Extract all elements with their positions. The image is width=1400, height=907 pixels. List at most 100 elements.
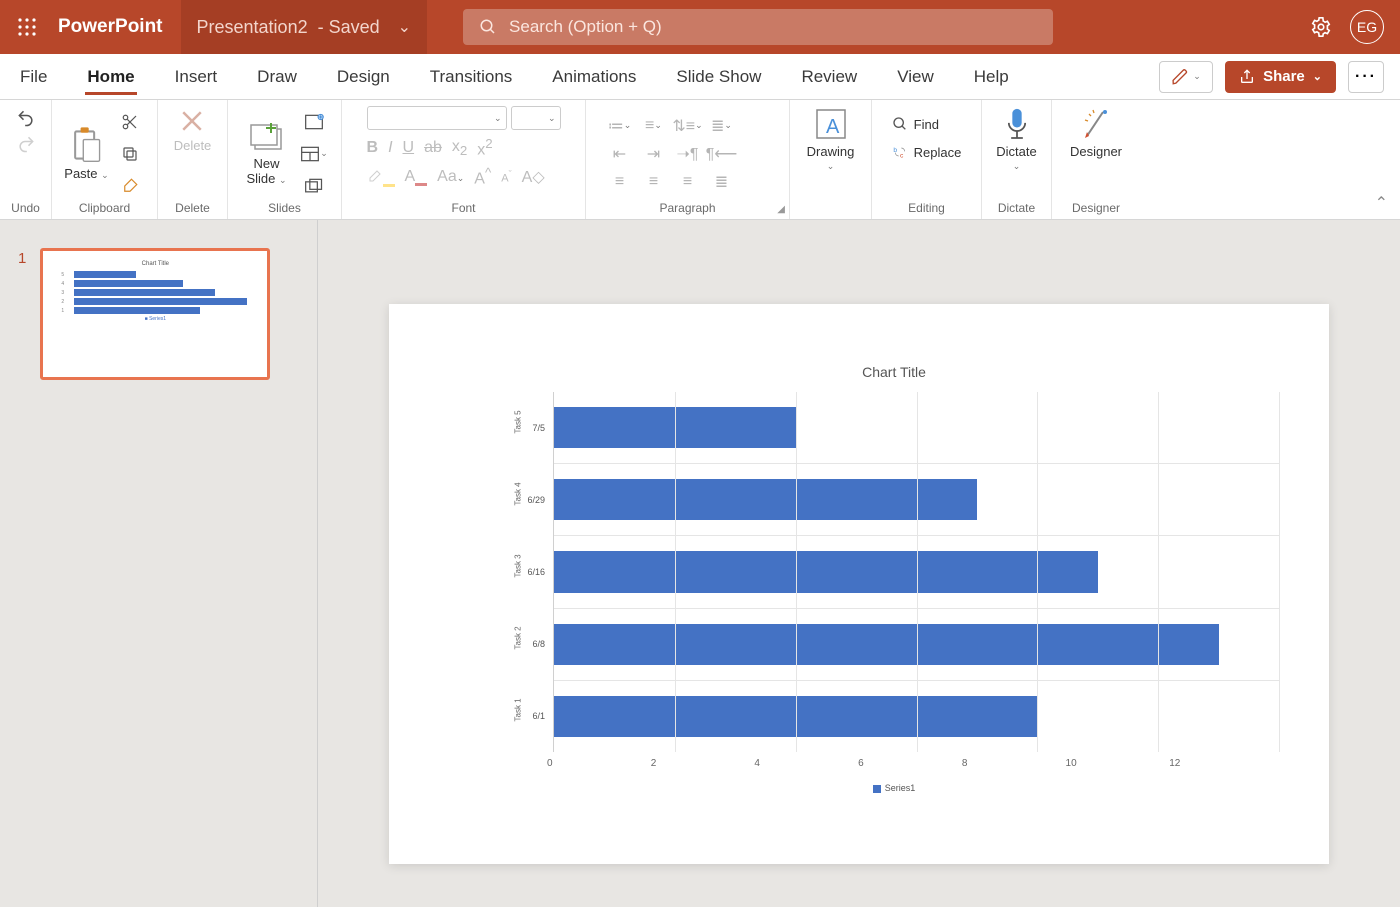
chart-legend: Series1 — [509, 783, 1279, 793]
tab-slide-show[interactable]: Slide Show — [674, 59, 763, 95]
collapse-ribbon-button[interactable]: ⌃ — [1375, 193, 1388, 213]
app-name[interactable]: PowerPoint — [58, 16, 163, 38]
paintbrush-icon — [121, 177, 139, 195]
redo-button[interactable] — [11, 132, 41, 156]
strikethrough-button[interactable]: ab — [424, 139, 442, 157]
inking-mode-button[interactable]: ⌄ — [1159, 61, 1213, 93]
group-label-delete: Delete — [175, 201, 210, 217]
share-button[interactable]: Share ⌄ — [1225, 61, 1336, 93]
slide-thumbnails-pane[interactable]: 1 Chart Title 5 4 3 2 1 ■ Series1 — [0, 220, 318, 907]
search-icon — [479, 18, 497, 36]
search-box[interactable]: Search (Option + Q) — [463, 9, 1053, 45]
line-spacing-button[interactable]: ⇅≡⌄ — [673, 114, 703, 138]
duplicate-icon — [304, 177, 324, 195]
group-label-slides: Slides — [268, 201, 301, 217]
cut-button[interactable] — [115, 110, 145, 134]
svg-text:c: c — [900, 152, 904, 159]
chart-bar — [554, 624, 1219, 665]
svg-text:A: A — [826, 116, 840, 138]
tab-animations[interactable]: Animations — [550, 59, 638, 95]
search-placeholder: Search (Option + Q) — [509, 17, 662, 37]
chevron-down-icon: ⌄ — [1193, 71, 1201, 82]
paste-button[interactable]: Paste ⌄ — [64, 126, 108, 181]
numbering-button[interactable]: ≡⌄ — [639, 114, 669, 138]
chevron-down-icon: ⌄ — [398, 17, 411, 37]
share-icon — [1239, 69, 1255, 85]
new-slide-button[interactable]: New Slide ⌄ — [240, 121, 293, 186]
tab-home[interactable]: Home — [85, 59, 136, 95]
document-title-area[interactable]: Presentation2 - Saved ⌄ — [181, 0, 428, 54]
designer-button[interactable]: Designer — [1070, 106, 1122, 201]
slide-layout-button[interactable] — [299, 110, 329, 134]
tab-insert[interactable]: Insert — [173, 59, 220, 95]
chart-x-axis: 024681012 — [553, 758, 1279, 769]
font-color-button[interactable]: A — [405, 168, 428, 186]
text-direction-button[interactable]: ≣⌄ — [707, 114, 737, 138]
bullets-button[interactable]: ≔⌄ — [605, 114, 635, 138]
find-button[interactable]: Find — [892, 116, 939, 132]
group-label-undo: Undo — [11, 201, 40, 217]
tab-help[interactable]: Help — [972, 59, 1011, 95]
clear-formatting-button[interactable]: A◇ — [522, 167, 545, 187]
shrink-font-button[interactable]: Aˇ — [501, 169, 511, 185]
slide-canvas[interactable]: Chart Title Task 57/5Task 46/29Task 36/1… — [318, 220, 1400, 907]
italic-button[interactable]: I — [388, 139, 392, 157]
chart-bar — [554, 479, 977, 520]
replace-button[interactable]: bc Replace — [892, 144, 962, 160]
slide-thumbnail-1[interactable]: Chart Title 5 4 3 2 1 ■ Series1 — [40, 248, 270, 380]
ltr-button[interactable]: ➝¶ — [673, 142, 703, 166]
slide-1[interactable]: Chart Title Task 57/5Task 46/29Task 36/1… — [389, 304, 1329, 864]
increase-indent-button[interactable]: ⇥ — [639, 142, 669, 166]
align-center-button[interactable]: ≡ — [639, 170, 669, 194]
settings-button[interactable] — [1310, 16, 1332, 38]
replace-icon: bc — [892, 144, 908, 160]
chart[interactable]: Chart Title Task 57/5Task 46/29Task 36/1… — [509, 364, 1279, 824]
decrease-indent-button[interactable]: ⇤ — [605, 142, 635, 166]
rtl-button[interactable]: ¶⟵ — [707, 142, 737, 166]
highlight-icon — [367, 166, 383, 182]
justify-button[interactable]: ≣ — [707, 170, 737, 194]
copy-button[interactable] — [115, 142, 145, 166]
paragraph-dialog-launcher[interactable]: ◢ — [777, 204, 785, 215]
user-avatar[interactable]: EG — [1350, 10, 1384, 44]
bold-button[interactable]: B — [367, 139, 379, 157]
slide-section-button[interactable] — [299, 174, 329, 198]
ribbon-tabs: File Home Insert Draw Design Transitions… — [0, 54, 1400, 100]
grow-font-button[interactable]: A^ — [474, 165, 491, 188]
change-case-button[interactable]: Aa⌄ — [437, 168, 464, 186]
highlight-button[interactable] — [367, 166, 395, 187]
scissors-icon — [121, 113, 139, 131]
content-area: 1 Chart Title 5 4 3 2 1 ■ Series1 Chart … — [0, 220, 1400, 907]
redo-icon — [16, 134, 36, 154]
superscript-button[interactable]: x2 — [477, 136, 492, 159]
tab-view[interactable]: View — [895, 59, 936, 95]
font-size-select[interactable]: ⌄ — [511, 106, 561, 130]
delete-button[interactable]: Delete — [174, 106, 212, 201]
format-painter-button[interactable] — [115, 174, 145, 198]
undo-button[interactable] — [11, 106, 41, 130]
chart-bar — [554, 551, 1098, 592]
tab-file[interactable]: File — [18, 59, 49, 95]
ribbon: Undo Paste ⌄ Clipboard Delete Delete — [0, 100, 1400, 220]
font-family-select[interactable]: ⌄ — [367, 106, 507, 130]
dictate-button[interactable]: Dictate ⌄ — [996, 106, 1036, 201]
slide-reset-button[interactable]: ⌄ — [299, 142, 329, 166]
tab-review[interactable]: Review — [799, 59, 859, 95]
underline-button[interactable]: U — [403, 139, 415, 157]
copy-icon — [121, 145, 139, 163]
gear-icon — [1310, 16, 1332, 38]
document-name: Presentation2 — [197, 17, 308, 38]
designer-icon — [1079, 106, 1113, 142]
more-options-button[interactable]: ··· — [1348, 61, 1384, 93]
tab-draw[interactable]: Draw — [255, 59, 299, 95]
tab-design[interactable]: Design — [335, 59, 392, 95]
tab-transitions[interactable]: Transitions — [428, 59, 515, 95]
drawing-button[interactable]: A Drawing ⌄ — [807, 106, 855, 201]
align-left-button[interactable]: ≡ — [605, 170, 635, 194]
subscript-button[interactable]: x2 — [452, 138, 467, 158]
pen-icon — [1171, 68, 1189, 86]
chart-title: Chart Title — [509, 364, 1279, 380]
app-launcher-button[interactable] — [0, 17, 54, 37]
align-right-button[interactable]: ≡ — [673, 170, 703, 194]
save-status: - Saved — [318, 17, 380, 38]
